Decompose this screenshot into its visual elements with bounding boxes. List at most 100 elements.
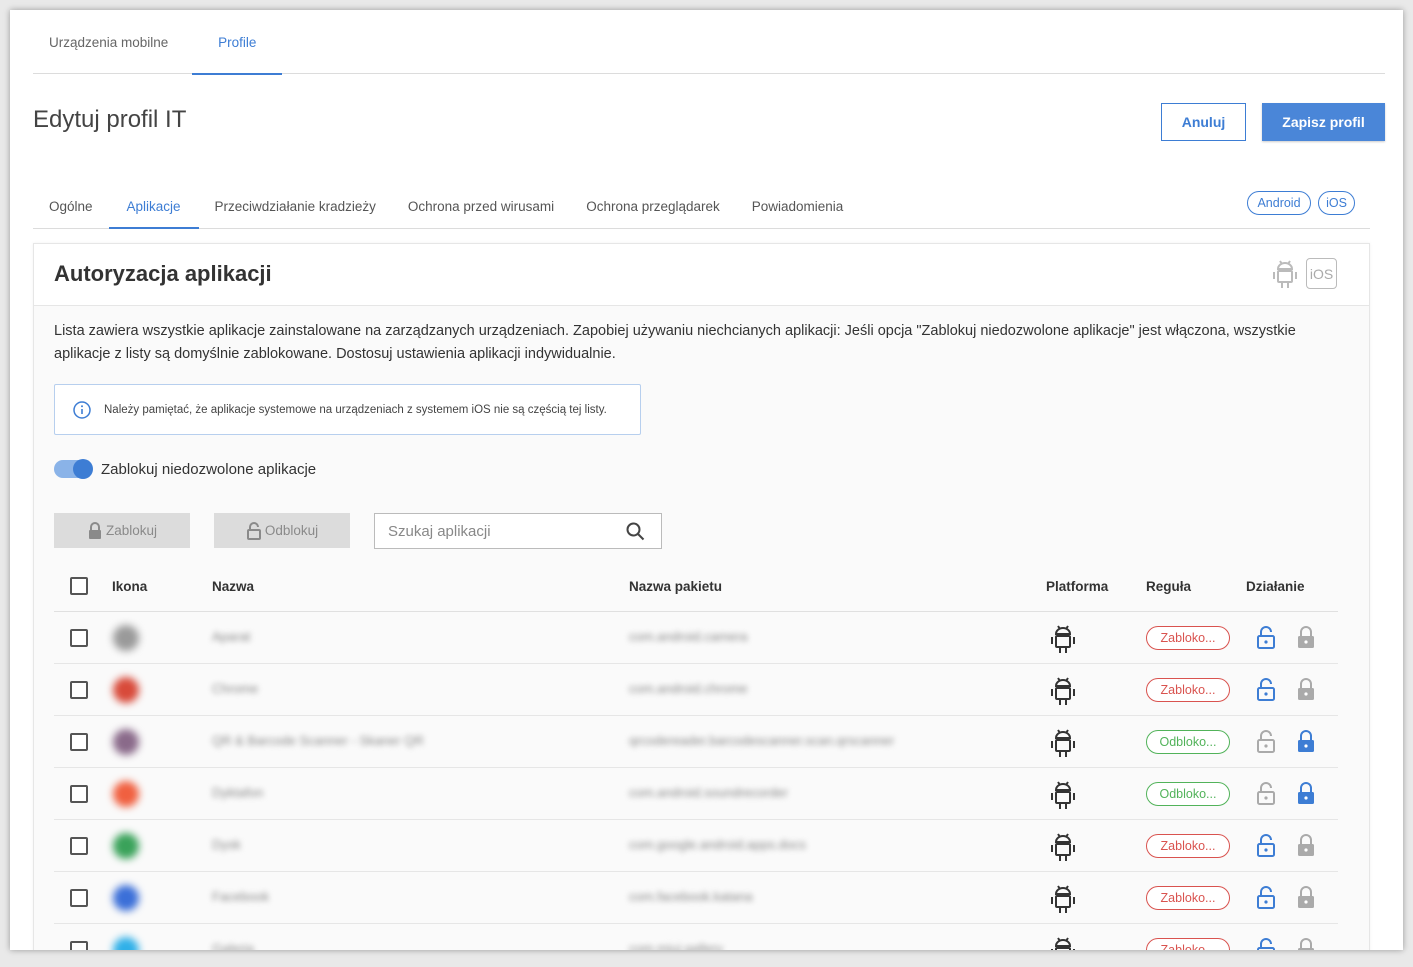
table-row: Dyktafon com.android.soundrecorder Odblo…	[54, 768, 1338, 820]
tab-antivirus[interactable]: Ochrona przed wirusami	[392, 184, 570, 228]
top-tabs: Urządzenia mobilne Profile	[33, 10, 1385, 75]
app-authorization-card: Autoryzacja aplikacji iOS Lista zawiera …	[33, 243, 1370, 950]
section-tabs: Ogólne Aplikacje Przeciwdziałanie kradzi…	[33, 184, 1370, 229]
rule-badge: Zabloko...	[1146, 626, 1230, 650]
card-body: Lista zawiera wszystkie aplikacje zainst…	[34, 306, 1369, 950]
app-window: Urządzenia mobilne Profile Edytuj profil…	[10, 10, 1403, 950]
unlock-icon[interactable]	[1255, 782, 1277, 806]
card-title: Autoryzacja aplikacji	[54, 261, 272, 286]
unblock-button-label: Odblokuj	[264, 523, 319, 538]
unlock-icon[interactable]	[1255, 834, 1277, 858]
toggle-label: Zablokuj niedozwolone aplikacje	[101, 460, 317, 478]
unlock-icon[interactable]	[1255, 626, 1277, 650]
tab-mobile-devices[interactable]: Urządzenia mobilne	[33, 10, 184, 74]
table-row: Chrome com.android.chrome Zabloko...	[54, 664, 1338, 716]
search-input[interactable]	[388, 522, 618, 540]
tab-anti-theft[interactable]: Przeciwdziałanie kradzieży	[199, 184, 392, 228]
android-icon	[1051, 677, 1075, 705]
block-toggle-row: Zablokuj niedozwolone aplikacje	[54, 459, 317, 479]
block-button-label: Zablokuj	[105, 523, 158, 538]
rule-badge: Zabloko...	[1146, 938, 1230, 950]
row-checkbox[interactable]	[70, 733, 88, 751]
app-icon	[113, 677, 139, 703]
table-row: Facebook com.facebook.katana Zabloko...	[54, 872, 1338, 924]
table-row: Galeria com.miui.gallery Zabloko...	[54, 924, 1338, 950]
row-checkbox[interactable]	[70, 941, 88, 950]
android-filter-pill[interactable]: Android	[1247, 191, 1311, 215]
rule-badge: Zabloko...	[1146, 678, 1230, 702]
tab-notifications[interactable]: Powiadomienia	[736, 184, 860, 228]
android-icon	[1051, 937, 1075, 950]
apps-table: Ikona Nazwa Nazwa pakietu Platforma Regu…	[54, 561, 1338, 950]
android-icon	[1051, 625, 1075, 653]
app-package: qrcodereader.barcodescanner.scan.qrscann…	[629, 733, 895, 748]
info-box: Należy pamiętać, że aplikacje systemowe …	[54, 384, 641, 435]
lock-icon	[88, 521, 101, 539]
android-icon	[1051, 833, 1075, 861]
lock-icon[interactable]	[1295, 730, 1317, 754]
header-name: Nazwa	[212, 579, 255, 594]
cancel-button[interactable]: Anuluj	[1161, 103, 1246, 141]
app-package: com.android.soundrecorder	[629, 785, 788, 800]
lock-icon[interactable]	[1295, 886, 1317, 910]
unlock-icon[interactable]	[1255, 678, 1277, 702]
android-icon	[1051, 781, 1075, 809]
app-icon	[113, 781, 139, 807]
row-checkbox[interactable]	[70, 681, 88, 699]
app-name: Facebook	[212, 889, 270, 904]
lock-icon[interactable]	[1295, 678, 1317, 702]
table-row: QR & Barcode Scanner - Skaner QR qrcoder…	[54, 716, 1338, 768]
rule-badge: Odbloko...	[1146, 730, 1230, 754]
tab-browser-protection[interactable]: Ochrona przeglądarek	[570, 184, 736, 228]
row-checkbox[interactable]	[70, 629, 88, 647]
ios-filter-pill[interactable]: iOS	[1318, 191, 1355, 215]
info-icon	[73, 400, 91, 419]
select-all-checkbox[interactable]	[70, 577, 88, 595]
lock-icon[interactable]	[1295, 782, 1317, 806]
android-icon	[1051, 729, 1075, 757]
app-icon	[113, 937, 139, 950]
description-text: Lista zawiera wszystkie aplikacje zainst…	[54, 323, 1296, 362]
lock-icon[interactable]	[1295, 938, 1317, 950]
rule-badge: Zabloko...	[1146, 834, 1230, 858]
android-icon	[1051, 885, 1075, 913]
search-icon[interactable]	[626, 522, 645, 541]
unlock-icon[interactable]	[1255, 938, 1277, 950]
info-text: Należy pamiętać, że aplikacje systemowe …	[104, 403, 607, 416]
app-name: Dysk	[212, 837, 241, 852]
rule-badge: Zabloko...	[1146, 886, 1230, 910]
table-row: Dysk com.google.android.apps.docs Zablok…	[54, 820, 1338, 872]
table-row: Aparat com.android.camera Zabloko...	[54, 612, 1338, 664]
app-icon	[113, 885, 139, 911]
header-action: Działanie	[1246, 579, 1305, 594]
row-checkbox[interactable]	[70, 837, 88, 855]
lock-icon[interactable]	[1295, 626, 1317, 650]
header-package: Nazwa pakietu	[629, 579, 723, 594]
unblock-button[interactable]: Odblokuj	[214, 513, 350, 548]
header-rule: Reguła	[1146, 579, 1192, 594]
app-package: com.facebook.katana	[629, 889, 753, 904]
row-checkbox[interactable]	[70, 785, 88, 803]
app-name: QR & Barcode Scanner - Skaner QR	[212, 733, 424, 748]
unlock-icon[interactable]	[1255, 730, 1277, 754]
ios-badge-icon: iOS	[1306, 258, 1337, 289]
app-name: Dyktafon	[212, 785, 264, 800]
android-icon	[1273, 260, 1297, 288]
tab-applications[interactable]: Aplikacje	[108, 184, 199, 229]
lock-icon[interactable]	[1295, 834, 1317, 858]
header-platform: Platforma	[1046, 579, 1109, 594]
app-icon	[113, 625, 139, 651]
table-body: Aparat com.android.camera Zabloko... Chr…	[54, 612, 1338, 950]
app-package: com.google.android.apps.docs	[629, 837, 807, 852]
block-unauthorized-toggle[interactable]	[54, 459, 93, 479]
row-checkbox[interactable]	[70, 889, 88, 907]
header-icon: Ikona	[112, 579, 148, 594]
rule-badge: Odbloko...	[1146, 782, 1230, 806]
card-header: Autoryzacja aplikacji iOS	[34, 244, 1369, 306]
block-button[interactable]: Zablokuj	[54, 513, 190, 548]
app-name: Galeria	[212, 941, 254, 950]
tab-general[interactable]: Ogólne	[33, 184, 109, 228]
save-profile-button[interactable]: Zapisz profil	[1262, 103, 1385, 141]
tab-profiles[interactable]: Profile	[192, 10, 283, 75]
unlock-icon[interactable]	[1255, 886, 1277, 910]
